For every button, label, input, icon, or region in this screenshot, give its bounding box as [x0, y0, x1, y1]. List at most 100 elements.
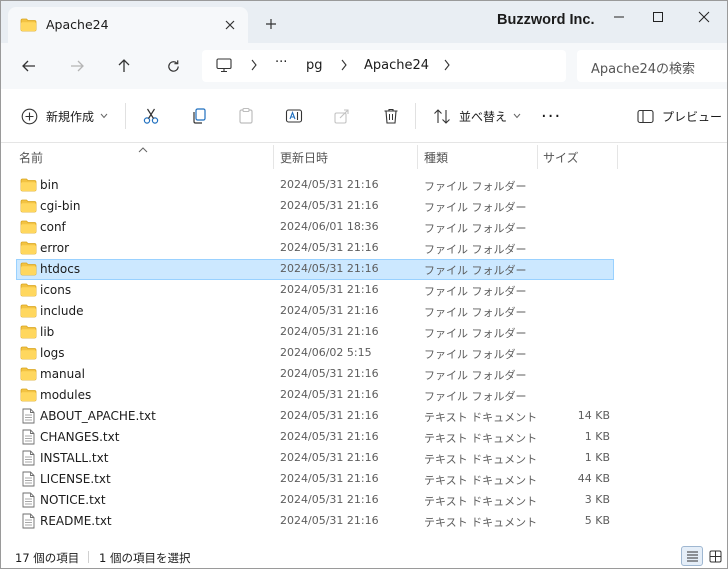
maximize-icon[interactable] [639, 5, 677, 29]
status-bar: 17 個の項目 1 個の項目を選択 [1, 543, 727, 568]
column-header-size[interactable]: サイズ [543, 143, 579, 171]
file-modified-date: 2024/05/31 21:16 [280, 178, 379, 191]
file-row[interactable]: htdocs 2024/05/31 21:16 ファイル フォルダー [1, 259, 727, 280]
file-type: ファイル フォルダー [424, 390, 527, 403]
preview-pane-icon [637, 109, 654, 123]
search-box[interactable]: Apache24の検索 [577, 50, 727, 82]
file-row[interactable]: INSTALL.txt 2024/05/31 21:16 テキスト ドキュメント 1 … [1, 448, 727, 469]
preview-button[interactable]: プレビュー [637, 102, 722, 130]
paste-button[interactable] [237, 102, 255, 130]
file-name: modules [40, 388, 92, 402]
file-row[interactable]: cgi-bin 2024/05/31 21:16 ファイル フォルダー [1, 196, 727, 217]
up-arrow-icon[interactable] [109, 52, 139, 80]
file-row[interactable]: conf 2024/06/01 18:36 ファイル フォルダー [1, 217, 727, 238]
column-divider[interactable] [417, 145, 418, 169]
details-view-icon [686, 551, 698, 562]
trash-icon [384, 108, 398, 124]
forward-arrow-icon[interactable] [62, 52, 92, 80]
file-type: ファイル フォルダー [424, 327, 527, 340]
clipboard-icon [239, 107, 253, 124]
sort-arrows-icon [434, 108, 450, 124]
address-bar[interactable]: ··· pg Apache24 [202, 50, 566, 82]
back-arrow-icon[interactable] [14, 52, 44, 80]
file-row[interactable]: include 2024/05/31 21:16 ファイル フォルダー [1, 301, 727, 322]
preview-button-label: プレビュー [662, 109, 723, 124]
column-header-name[interactable]: 名前 [19, 143, 43, 171]
file-row[interactable]: logs 2024/06/02 5:15 ファイル フォルダー [1, 343, 727, 364]
file-type: テキスト ドキュメント [424, 411, 538, 424]
file-row[interactable]: ABOUT_APACHE.txt 2024/05/31 21:16 テキスト ドキュ… [1, 406, 727, 427]
close-window-icon[interactable] [685, 5, 723, 29]
details-view-button[interactable] [681, 546, 703, 566]
file-row[interactable]: README.txt 2024/05/31 21:16 テキスト ドキュメント 5 K… [1, 511, 727, 532]
search-input[interactable]: Apache24の検索 [591, 58, 695, 77]
copy-button[interactable] [190, 102, 208, 130]
plus-circle-icon [21, 108, 38, 124]
folder-icon [20, 262, 37, 279]
file-type: ファイル フォルダー [424, 243, 527, 256]
column-divider[interactable] [273, 145, 274, 169]
folder-icon [20, 388, 37, 405]
chevron-right-icon[interactable] [443, 59, 451, 74]
file-type: ファイル フォルダー [424, 306, 527, 319]
computer-icon[interactable] [216, 58, 232, 76]
status-divider [88, 551, 89, 563]
command-bar: 新規作成 並べ替え ··· プレビュー [1, 89, 727, 143]
new-button[interactable]: 新規作成 [21, 102, 108, 130]
close-tab-icon[interactable] [220, 15, 240, 35]
more-options-button[interactable]: ··· [541, 102, 561, 130]
file-row[interactable]: manual 2024/05/31 21:16 ファイル フォルダー [1, 364, 727, 385]
tiles-view-button[interactable] [704, 546, 726, 566]
folder-icon [20, 325, 37, 342]
file-name: conf [40, 220, 66, 234]
sort-ascending-icon [138, 142, 148, 156]
file-row[interactable]: modules 2024/05/31 21:16 ファイル フォルダー [1, 385, 727, 406]
breadcrumb-overflow[interactable]: ··· [275, 55, 287, 70]
tab-title: Apache24 [46, 17, 109, 32]
sort-button[interactable]: 並べ替え [433, 102, 521, 130]
folder-icon [20, 283, 37, 300]
chevron-right-icon[interactable] [250, 59, 258, 74]
breadcrumb-apache24[interactable]: Apache24 [364, 58, 429, 73]
brand-label: Buzzword Inc. [497, 12, 595, 28]
file-row[interactable]: LICENSE.txt 2024/05/31 21:16 テキスト ドキュメント 44… [1, 469, 727, 490]
breadcrumb-pg[interactable]: pg [306, 58, 323, 73]
file-modified-date: 2024/05/31 21:16 [280, 241, 379, 254]
minimize-icon[interactable] [600, 5, 638, 29]
file-row[interactable]: error 2024/05/31 21:16 ファイル フォルダー [1, 238, 727, 259]
refresh-icon[interactable] [158, 52, 188, 80]
chevron-right-icon[interactable] [340, 59, 348, 74]
file-type: ファイル フォルダー [424, 201, 527, 214]
toolbar-divider [125, 103, 126, 129]
file-row[interactable]: icons 2024/05/31 21:16 ファイル フォルダー [1, 280, 727, 301]
column-header-date[interactable]: 更新日時 [280, 143, 328, 171]
navigation-bar: ··· pg Apache24 Apache24の検索 [1, 43, 727, 89]
file-name: LICENSE.txt [40, 472, 111, 486]
tab-apache24[interactable]: Apache24 [8, 7, 248, 43]
folder-icon [20, 220, 37, 237]
file-name: icons [40, 283, 72, 297]
new-tab-icon[interactable] [261, 14, 281, 34]
rename-icon [285, 109, 303, 123]
file-modified-date: 2024/05/31 21:16 [280, 472, 379, 485]
text-file-icon [22, 429, 35, 448]
cut-button[interactable] [142, 102, 160, 130]
file-type: ファイル フォルダー [424, 180, 527, 193]
file-type: テキスト ドキュメント [424, 432, 538, 445]
file-modified-date: 2024/05/31 21:16 [280, 262, 379, 275]
column-divider[interactable] [537, 145, 538, 169]
file-modified-date: 2024/06/02 5:15 [280, 346, 372, 359]
file-row[interactable]: CHANGES.txt 2024/05/31 21:16 テキスト ドキュメント 1 … [1, 427, 727, 448]
delete-button[interactable] [382, 102, 400, 130]
file-modified-date: 2024/05/31 21:16 [280, 367, 379, 380]
file-size: 14 KB [577, 409, 610, 422]
column-header-type[interactable]: 種類 [424, 143, 448, 171]
file-row[interactable]: bin 2024/05/31 21:16 ファイル フォルダー [1, 175, 727, 196]
file-row[interactable]: NOTICE.txt 2024/05/31 21:16 テキスト ドキュメント 3 K… [1, 490, 727, 511]
rename-button[interactable] [285, 102, 303, 130]
file-row[interactable]: lib 2024/05/31 21:16 ファイル フォルダー [1, 322, 727, 343]
share-button[interactable] [333, 102, 351, 130]
column-divider[interactable] [617, 145, 618, 169]
folder-icon [20, 178, 37, 195]
file-modified-date: 2024/05/31 21:16 [280, 388, 379, 401]
